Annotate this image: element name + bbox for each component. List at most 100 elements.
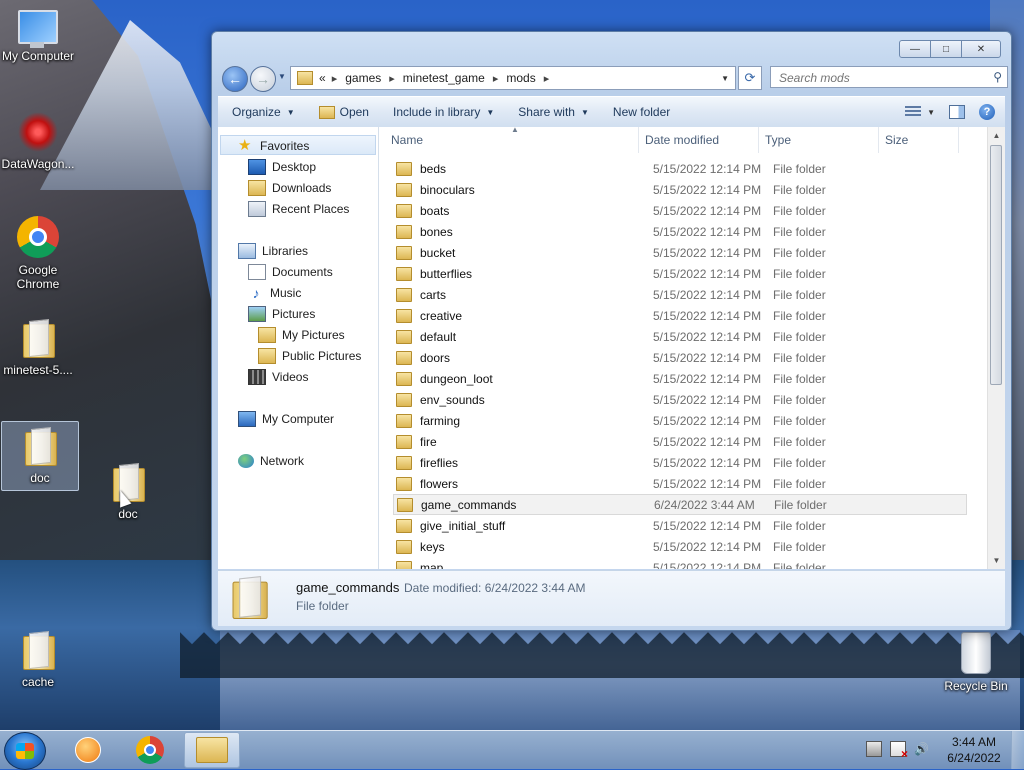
nav-item-my-computer[interactable]: My Computer — [238, 409, 334, 429]
column-name[interactable]: ▲ Name — [379, 127, 639, 153]
table-row[interactable]: default 5/15/2022 12:14 PM File folder — [393, 326, 967, 347]
desktop-icon-doc-selected[interactable]: doc — [1, 421, 79, 491]
search-box[interactable]: ⚲ — [770, 66, 1008, 88]
details-pane: game_commands Date modified: 6/24/2022 3… — [218, 570, 1005, 626]
nav-item-downloads[interactable]: Downloads — [248, 178, 331, 198]
start-button[interactable] — [4, 732, 46, 770]
column-date-modified[interactable]: Date modified — [639, 127, 759, 153]
breadcrumb-overflow[interactable]: « — [319, 71, 326, 85]
nav-item-music[interactable]: ♪ Music — [248, 283, 302, 303]
explorer-window[interactable]: — □ ✕ ← → ▼ « ▸ games ▸ minetest_game ▸ … — [211, 31, 1012, 631]
table-row[interactable]: flowers 5/15/2022 12:14 PM File folder — [393, 473, 967, 494]
search-input[interactable] — [777, 68, 981, 88]
file-type: File folder — [773, 287, 826, 302]
desktop-icon-datawagon[interactable]: DataWagon... — [0, 112, 76, 171]
file-type: File folder — [773, 392, 826, 407]
table-row[interactable]: doors 5/15/2022 12:14 PM File folder — [393, 347, 967, 368]
table-row[interactable]: env_sounds 5/15/2022 12:14 PM File folder — [393, 389, 967, 410]
column-size[interactable]: Size — [879, 127, 959, 153]
folder-icon — [396, 560, 412, 569]
table-row[interactable]: beds 5/15/2022 12:14 PM File folder — [393, 158, 967, 179]
desktop-icon-cache[interactable]: cache — [0, 630, 76, 689]
datawagon-icon — [18, 112, 58, 152]
volume-icon[interactable]: 🔊 — [914, 742, 929, 756]
taskbar-media-player[interactable] — [60, 732, 116, 768]
desktop-icon-chrome[interactable]: Google Chrome — [0, 216, 76, 291]
desktop-icon-my-computer[interactable]: My Computer — [0, 10, 76, 63]
file-name-cell: env_sounds — [393, 392, 653, 407]
breadcrumb-minetest-game[interactable]: minetest_game — [403, 71, 485, 85]
recent-pages-dropdown[interactable]: ▼ — [278, 72, 286, 81]
table-row[interactable]: bucket 5/15/2022 12:14 PM File folder — [393, 242, 967, 263]
file-name: dungeon_loot — [420, 371, 493, 386]
file-date: 5/15/2022 12:14 PM — [653, 518, 762, 533]
share-with-menu[interactable]: Share with ▼ — [508, 101, 599, 123]
navigation-pane: ★ Favorites Desktop Downloads Recent Pla… — [218, 127, 379, 569]
desktop-icon-label: doc — [118, 507, 138, 521]
table-row[interactable]: fire 5/15/2022 12:14 PM File folder — [393, 431, 967, 452]
clock[interactable]: 3:44 AM 6/24/2022 — [944, 734, 1004, 766]
desktop-icon-minetest[interactable]: minetest-5.... — [0, 318, 76, 377]
table-row[interactable]: keys 5/15/2022 12:14 PM File folder — [393, 536, 967, 557]
scroll-thumb[interactable] — [990, 145, 1002, 385]
nav-item-pictures[interactable]: Pictures — [248, 304, 315, 324]
nav-item-public-pictures[interactable]: Public Pictures — [258, 346, 361, 366]
nav-item-network[interactable]: Network — [238, 451, 304, 471]
address-bar[interactable]: « ▸ games ▸ minetest_game ▸ mods ▸ ▼ — [290, 66, 736, 90]
table-row[interactable]: farming 5/15/2022 12:14 PM File folder — [393, 410, 967, 431]
nav-item-videos[interactable]: Videos — [248, 367, 308, 387]
chevron-down-icon[interactable]: ▼ — [927, 108, 935, 117]
scroll-up-arrow[interactable]: ▲ — [988, 127, 1005, 144]
breadcrumb-mods[interactable]: mods — [506, 71, 535, 85]
organize-menu[interactable]: Organize ▼ — [222, 101, 305, 123]
preview-pane-icon[interactable] — [949, 105, 965, 119]
network-tray-icon[interactable] — [866, 741, 882, 757]
vertical-scrollbar[interactable]: ▲ ▼ — [987, 127, 1005, 569]
table-row[interactable]: fireflies 5/15/2022 12:14 PM File folder — [393, 452, 967, 473]
column-type[interactable]: Type — [759, 127, 879, 153]
forward-button[interactable]: → — [250, 66, 276, 92]
table-row[interactable]: creative 5/15/2022 12:14 PM File folder — [393, 305, 967, 326]
file-date: 5/15/2022 12:14 PM — [653, 371, 762, 386]
desktop-icon-recycle-bin[interactable]: Recycle Bin — [938, 632, 1014, 693]
table-row[interactable]: carts 5/15/2022 12:14 PM File folder — [393, 284, 967, 305]
table-row[interactable]: bones 5/15/2022 12:14 PM File folder — [393, 221, 967, 242]
nav-item-libraries[interactable]: Libraries — [238, 241, 308, 261]
table-row[interactable]: dungeon_loot 5/15/2022 12:14 PM File folde… — [393, 368, 967, 389]
scroll-down-arrow[interactable]: ▼ — [988, 552, 1005, 569]
table-row[interactable]: give_initial_stuff 5/15/2022 12:14 PM File… — [393, 515, 967, 536]
search-icon[interactable]: ⚲ — [993, 70, 1002, 84]
table-row[interactable]: game_commands 6/24/2022 3:44 AM File folde… — [393, 494, 967, 515]
file-date: 5/15/2022 12:14 PM — [653, 329, 762, 344]
new-folder-button[interactable]: New folder — [603, 101, 680, 123]
recycle-bin-icon — [961, 632, 991, 674]
nav-item-documents[interactable]: Documents — [248, 262, 333, 282]
nav-item-my-pictures[interactable]: My Pictures — [258, 325, 345, 345]
close-button[interactable]: ✕ — [961, 40, 1001, 58]
back-button[interactable]: ← — [222, 66, 248, 92]
wallpaper-trees — [180, 618, 1024, 730]
taskbar-chrome[interactable] — [122, 732, 178, 768]
open-button[interactable]: Open — [309, 101, 379, 123]
table-row[interactable]: boats 5/15/2022 12:14 PM File folder — [393, 200, 967, 221]
maximize-button[interactable]: □ — [930, 40, 962, 58]
nav-item-recent-places[interactable]: Recent Places — [248, 199, 349, 219]
minimize-button[interactable]: — — [899, 40, 931, 58]
include-in-library-menu[interactable]: Include in library ▼ — [383, 101, 504, 123]
details-item-type: File folder — [296, 599, 349, 613]
address-dropdown-icon[interactable]: ▼ — [721, 74, 729, 83]
taskbar-explorer[interactable] — [184, 732, 240, 768]
table-row[interactable]: butterflies 5/15/2022 12:14 PM File folder — [393, 263, 967, 284]
nav-item-desktop[interactable]: Desktop — [248, 157, 316, 177]
nav-item-favorites[interactable]: ★ Favorites — [238, 136, 309, 156]
view-options-icon[interactable] — [905, 106, 922, 118]
show-desktop-button[interactable] — [1011, 731, 1024, 769]
file-name: bucket — [420, 245, 456, 260]
desktop-icon-doc-dragging[interactable]: doc — [90, 462, 166, 521]
table-row[interactable]: map 5/15/2022 12:14 PM File folder — [393, 557, 967, 569]
table-row[interactable]: binoculars 5/15/2022 12:14 PM File folder — [393, 179, 967, 200]
breadcrumb-games[interactable]: games — [345, 71, 381, 85]
refresh-button[interactable]: ⟳ — [738, 66, 762, 90]
action-center-icon[interactable] — [890, 741, 908, 761]
help-icon[interactable]: ? — [979, 104, 995, 120]
